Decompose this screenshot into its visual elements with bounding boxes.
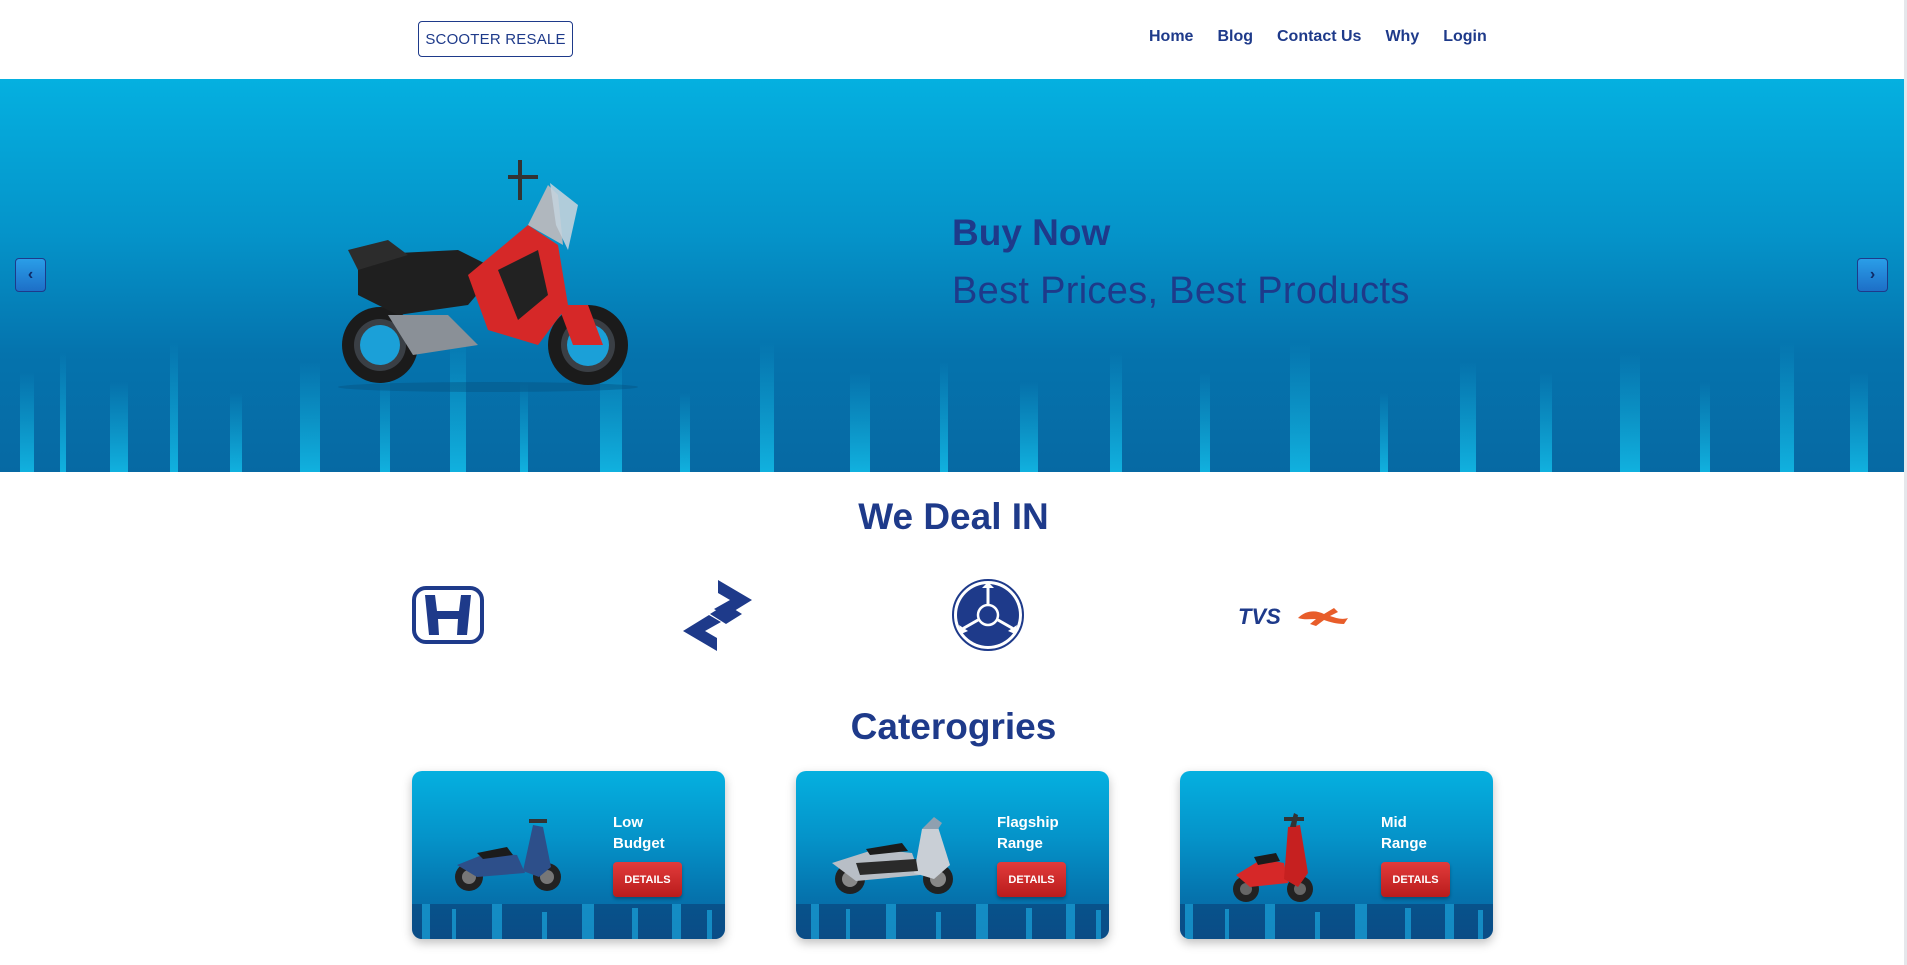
nav-contact-us[interactable]: Contact Us <box>1277 28 1361 46</box>
category-card-mid-range[interactable]: Mid Range DETAILS <box>1180 771 1493 939</box>
category-card-low-budget[interactable]: Low Budget DETAILS <box>412 771 725 939</box>
nav-blog[interactable]: Blog <box>1217 28 1253 46</box>
tvs-logo-text: TVS <box>1238 604 1281 629</box>
yamaha-logo-icon <box>952 579 1024 651</box>
suzuki-logo-icon <box>683 580 752 651</box>
category-label-line1: Flagship <box>997 814 1059 831</box>
nav-why[interactable]: Why <box>1385 28 1419 46</box>
tvs-logo-icon: TVS <box>1238 604 1348 629</box>
card-background-streaks <box>412 904 725 939</box>
flagship-scooter-image <box>832 817 953 894</box>
details-button[interactable]: DETAILS <box>613 862 682 897</box>
hero-background-streaks <box>20 332 1868 472</box>
category-label-line1: Low <box>613 814 643 831</box>
category-card-flagship-range[interactable]: Flagship Range DETAILS <box>796 771 1109 939</box>
category-label: Mid Range <box>1381 812 1471 854</box>
category-label-line2: Range <box>1381 835 1427 852</box>
brand-logo-button[interactable]: SCOOTER RESALE <box>418 21 573 57</box>
chevron-right-icon: › <box>1869 266 1876 283</box>
details-button[interactable]: DETAILS <box>1381 862 1450 897</box>
carousel-next-button[interactable]: › <box>1857 258 1888 292</box>
hero-subtitle: Best Prices, Best Products <box>952 270 1410 312</box>
category-label: Flagship Range <box>997 812 1087 854</box>
brands-section-title: We Deal IN <box>858 496 1049 537</box>
hero-scooter-image <box>338 160 638 392</box>
site-header: SCOOTER RESALE Home Blog Contact Us Why … <box>0 0 1904 79</box>
hero-title: Buy Now <box>952 212 1111 253</box>
category-label-line2: Range <box>997 835 1043 852</box>
main-nav: Home Blog Contact Us Why Login <box>1149 28 1511 46</box>
nav-home[interactable]: Home <box>1149 28 1193 46</box>
hero-carousel: Buy Now Best Prices, Best Products ‹ › <box>0 79 1904 472</box>
mid-range-scooter-image <box>1233 813 1313 902</box>
chevron-left-icon: ‹ <box>27 266 34 283</box>
honda-logo-icon <box>412 586 484 644</box>
card-background-streaks <box>796 904 1109 939</box>
nav-login[interactable]: Login <box>1443 28 1487 46</box>
category-label-line2: Budget <box>613 835 665 852</box>
category-label: Low Budget <box>613 812 703 854</box>
category-label-line1: Mid <box>1381 814 1407 831</box>
low-budget-scooter-image <box>455 819 561 891</box>
card-background-streaks <box>1180 904 1493 939</box>
categories-section-title: Caterogries <box>850 706 1057 747</box>
carousel-prev-button[interactable]: ‹ <box>15 258 46 292</box>
details-button[interactable]: DETAILS <box>997 862 1066 897</box>
